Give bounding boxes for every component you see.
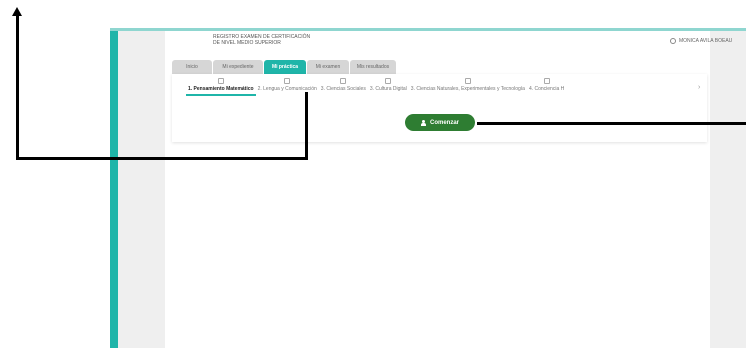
book-icon	[385, 78, 392, 84]
book-icon	[340, 78, 347, 84]
book-icon	[464, 78, 471, 84]
subtab-label: 3. Ciencias Sociales	[320, 86, 366, 92]
subtab-label: 4. Conciencia H	[528, 86, 565, 92]
user-menu[interactable]: MONICA AVILA BOEAU	[670, 38, 732, 44]
user-name: MONICA AVILA BOEAU	[679, 38, 733, 44]
app-title-line2: DE NIVEL MEDIO SUPERIOR	[213, 40, 281, 46]
annotation-arrowhead	[12, 7, 22, 16]
book-icon	[543, 78, 550, 84]
subtab-ciencias-sociales[interactable]: 3. Ciencias Sociales	[319, 76, 368, 96]
annotation-arrow-horizontal	[16, 157, 308, 160]
annotation-arrow-left-vertical	[16, 14, 19, 160]
start-button-label: Comenzar	[429, 119, 459, 126]
subtab-label: 3. Cultura Digital	[369, 86, 407, 92]
annotation-arrow-right	[477, 122, 746, 125]
tab-mis-resultados[interactable]: Mis resultados	[350, 60, 396, 74]
tab-mi-practica[interactable]: Mi práctica	[264, 60, 306, 74]
subtab-lengua-comunicacion[interactable]: 2. Lengua y Comunicación	[256, 76, 319, 96]
start-button[interactable]: Comenzar	[405, 114, 475, 131]
right-gutter	[710, 31, 746, 348]
app-title: REGISTRO EXAMEN DE CERTIFICACIÓN DE NIVE…	[213, 34, 310, 46]
main-tabs: Inicio Mi expediente Mi práctica Mi exam…	[172, 60, 396, 74]
tab-mi-examen[interactable]: Mi examen	[307, 60, 349, 74]
person-icon	[420, 119, 426, 126]
subtab-pensamiento-matematico[interactable]: 1. Pensamiento Matemático	[186, 76, 256, 96]
tab-inicio[interactable]: Inicio	[172, 60, 212, 74]
subject-tabs: 1. Pensamiento Matemático 2. Lengua y Co…	[186, 76, 566, 96]
book-icon	[284, 78, 291, 84]
subtab-conciencia[interactable]: 4. Conciencia H	[527, 76, 566, 96]
subtab-label: 1. Pensamiento Matemático	[188, 86, 254, 92]
subtab-cultura-digital[interactable]: 3. Cultura Digital	[368, 76, 409, 96]
tab-mi-expediente[interactable]: Mi expediente	[213, 60, 263, 74]
annotation-arrow-connector	[305, 92, 308, 160]
user-icon	[670, 38, 676, 44]
book-icon	[217, 78, 224, 84]
chevron-right-icon[interactable]: ›	[698, 84, 700, 91]
subtab-label: 3. Ciencias Naturales, Experimentales y …	[410, 86, 525, 92]
sidebar-collapsed[interactable]	[110, 31, 118, 348]
left-gutter	[118, 31, 165, 348]
subtab-ciencias-naturales[interactable]: 3. Ciencias Naturales, Experimentales y …	[409, 76, 527, 96]
